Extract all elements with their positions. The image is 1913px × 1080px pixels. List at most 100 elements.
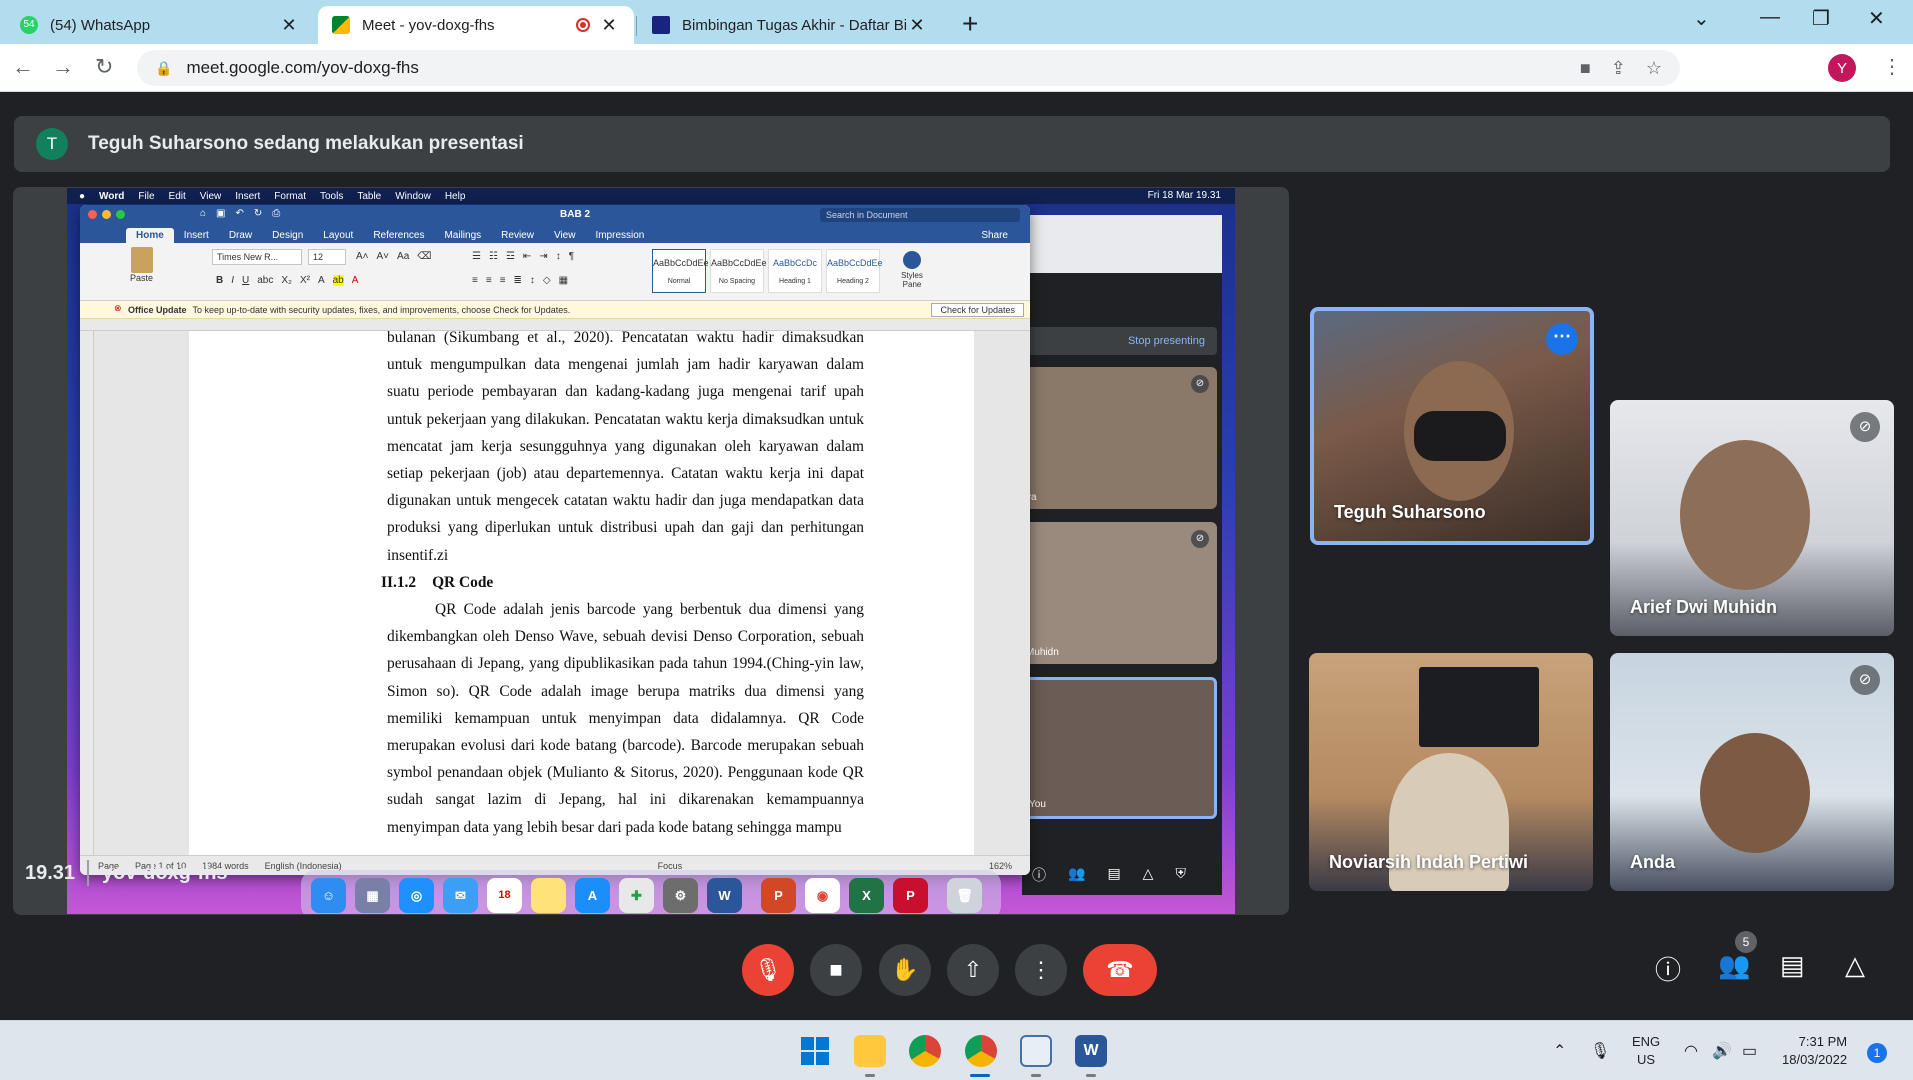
present-button[interactable]: ⇧	[947, 944, 999, 996]
more-options-button[interactable]: ⋮	[1015, 944, 1067, 996]
font-grow-icons: A˄ A˅ Aa ⌫	[356, 251, 432, 262]
start-button[interactable]	[799, 1035, 831, 1067]
mic-toggle-button[interactable]: 🎙	[742, 944, 794, 996]
windows-taskbar: W ⌃ 🎙 ENG US ◠ 🔊 ▭ 7:31 PM 18/03/2022 1	[0, 1020, 1913, 1080]
style-name: Heading 1	[779, 278, 811, 285]
people-icon[interactable]: 👥	[1718, 950, 1750, 981]
presentation-banner-text: Teguh Suharsono sedang melakukan present…	[88, 133, 524, 154]
tab-meet[interactable]: Meet - yov-doxg-fhs ✕	[318, 6, 634, 44]
list-icons: ☰ ☷ ☲ ⇤ ⇥ ↕ ¶	[472, 251, 575, 262]
meeting-details-icon[interactable]: ⓘ	[1655, 950, 1681, 987]
meeting-code: yov-doxg-fhs	[102, 862, 228, 884]
styles-pane-icon	[903, 251, 921, 269]
raise-hand-button[interactable]: ✋	[879, 944, 931, 996]
mac-menu-item: Format	[274, 190, 306, 202]
mac-menu-item: Tools	[319, 190, 344, 202]
recording-icon	[576, 18, 590, 32]
reload-icon[interactable]: ↻	[95, 54, 113, 80]
profile-avatar[interactable]: Y	[1828, 54, 1856, 82]
clipboard-icon	[130, 247, 153, 273]
notification-badge[interactable]: 1	[1867, 1043, 1887, 1063]
zoom-dot-icon	[116, 210, 125, 219]
microphone-icon[interactable]: 🎙	[1590, 1041, 1610, 1061]
participant-tile-noviarsih[interactable]: Noviarsih Indah Pertiwi	[1309, 653, 1593, 891]
battery-icon[interactable]: ▭	[1742, 1041, 1757, 1061]
wifi-icon[interactable]: ◠	[1684, 1041, 1698, 1061]
participant-video	[1700, 733, 1810, 853]
word-icon: W	[707, 877, 742, 913]
running-indicator	[1086, 1074, 1096, 1077]
word-ribbon-tabs: Home Insert Draw Design Layout Reference…	[80, 225, 1030, 243]
address-bar[interactable]: 🔒 meet.google.com/yov-doxg-fhs ■ ⇪ ☆	[137, 50, 1680, 86]
android-file-icon: ✚	[619, 877, 654, 913]
leave-call-button[interactable]: ☎	[1083, 944, 1157, 996]
site-logo-icon	[652, 16, 670, 34]
bookmark-star-icon[interactable]: ☆	[1646, 58, 1662, 79]
chrome-profile-icon[interactable]	[965, 1035, 997, 1067]
status-language: English (Indonesia)	[264, 860, 342, 871]
mac-menu-item: File	[138, 190, 155, 202]
style-name: No Spacing	[718, 278, 756, 285]
chrome-icon[interactable]	[909, 1035, 941, 1067]
show-hidden-icons[interactable]: ⌃	[1553, 1041, 1566, 1061]
browser-menu-icon[interactable]: ⋮	[1882, 54, 1902, 79]
meeting-info-divider	[87, 860, 89, 886]
pdf-icon: P	[893, 877, 928, 913]
running-indicator	[865, 1074, 875, 1077]
word-tab-view: View	[553, 230, 576, 241]
camera-toggle-button[interactable]: ■	[810, 944, 862, 996]
meet-main: T Teguh Suharsono sedang melakukan prese…	[0, 93, 1913, 1020]
mac-menu-app: Word	[99, 190, 125, 202]
word-tab-impression: Impression	[595, 230, 645, 241]
hand-icon: ✋	[891, 957, 919, 982]
participant-tile-teguh[interactable]: ⋯ Teguh Suharsono	[1310, 307, 1594, 545]
browser-tab-strip: 54 (54) WhatsApp ✕ Meet - yov-doxg-fhs ✕…	[0, 0, 1913, 44]
word-tab-design: Design	[272, 230, 304, 241]
tab-whatsapp[interactable]: 54 (54) WhatsApp ✕	[6, 6, 314, 44]
close-dot-icon	[88, 210, 97, 219]
volume-icon[interactable]: 🔊	[1712, 1041, 1732, 1061]
forward-arrow-icon[interactable]: →	[52, 54, 74, 80]
participant-tile-arief[interactable]: ⊘ Arief Dwi Muhidn	[1610, 400, 1894, 636]
chat-icon: ▤	[1107, 865, 1121, 881]
close-tab-icon[interactable]: ✕	[906, 15, 928, 36]
calendar-icon: 18	[487, 877, 522, 913]
tab-search-icon[interactable]: ⌄	[1693, 6, 1710, 31]
participant-name: Anda	[1630, 852, 1675, 872]
participant-tile-anda[interactable]: ⊘ Anda	[1610, 653, 1894, 891]
mini-meet-controls: ⓘ 👥 ▤ △ ⛨	[1032, 865, 1186, 885]
new-tab-button[interactable]: +	[962, 8, 978, 40]
close-tab-icon[interactable]: ✕	[598, 15, 620, 36]
launchpad-icon: ▦	[355, 877, 390, 913]
clock-date: 18/03/2022	[1782, 1052, 1848, 1067]
close-tab-icon[interactable]: ✕	[278, 15, 300, 36]
camera-icon[interactable]: ■	[1580, 58, 1591, 79]
minimize-dot-icon	[102, 210, 111, 219]
chat-icon[interactable]: ▤	[1780, 950, 1805, 981]
activities-icon[interactable]: △	[1845, 950, 1865, 981]
word-tab-references: References	[373, 230, 425, 241]
app-store-icon: A	[575, 877, 610, 913]
style-normal: AaBbCcDdEe Normal	[652, 249, 709, 293]
tab-bimbingan[interactable]: Bimbingan Tugas Akhir - Daftar Bim ✕	[638, 6, 942, 44]
style-name: Heading 2	[837, 278, 869, 285]
powerpoint-icon: P	[761, 877, 796, 913]
close-window-button[interactable]: ✕	[1868, 6, 1885, 31]
mac-menu-item: Help	[444, 190, 466, 202]
style-sample: AaBbCcDdEe	[653, 258, 709, 268]
file-explorer-icon[interactable]	[854, 1035, 886, 1067]
notepad-icon[interactable]	[1020, 1035, 1052, 1067]
maximize-button[interactable]: ❐	[1812, 6, 1830, 31]
mail-icon: ✉	[443, 877, 478, 913]
share-icon[interactable]: ⇪	[1611, 58, 1626, 79]
language-indicator[interactable]: ENG US	[1632, 1033, 1660, 1069]
more-options-icon[interactable]: ⋯	[1546, 323, 1578, 355]
font-name-box: Times New R...	[212, 249, 302, 265]
mic-off-icon: 🎙	[754, 957, 782, 982]
document-page: bulanan (Sikumbang et al., 2020). Pencat…	[189, 331, 974, 855]
minimize-button[interactable]: —	[1760, 6, 1780, 29]
word-icon[interactable]: W	[1075, 1035, 1107, 1067]
mini-tile: You	[1022, 677, 1217, 819]
system-clock[interactable]: 7:31 PM 18/03/2022	[1782, 1033, 1847, 1069]
back-arrow-icon[interactable]: ←	[12, 54, 34, 80]
